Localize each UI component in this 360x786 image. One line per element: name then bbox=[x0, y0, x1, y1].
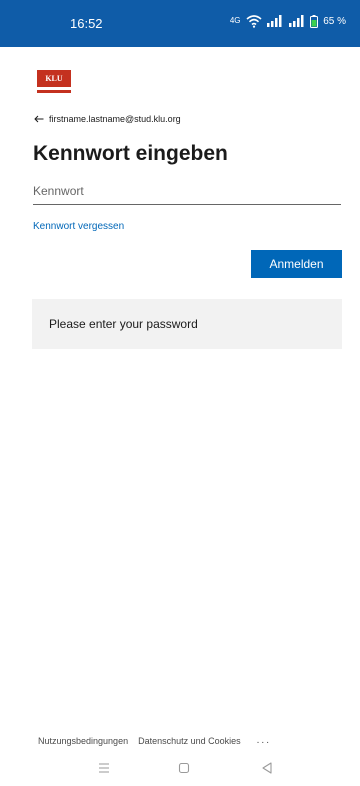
status-icons: 4G 65 % bbox=[228, 14, 346, 28]
password-input[interactable] bbox=[33, 178, 341, 205]
klu-logo: KLU bbox=[37, 70, 71, 95]
logo-underline bbox=[37, 90, 71, 93]
android-nav-bar bbox=[0, 755, 360, 786]
nav-back-icon[interactable] bbox=[260, 761, 274, 775]
terms-link[interactable]: Nutzungsbedingungen bbox=[38, 736, 128, 746]
footer: Nutzungsbedingungen Datenschutz und Cook… bbox=[38, 735, 271, 746]
battery-percentage: 65 % bbox=[323, 15, 346, 27]
status-bar: 16:52 4G 65 % bbox=[0, 0, 360, 47]
sign-in-button[interactable]: Anmelden bbox=[251, 250, 342, 278]
logo-text: KLU bbox=[45, 74, 63, 83]
back-arrow-icon[interactable] bbox=[34, 115, 44, 123]
more-options-button[interactable]: ... bbox=[257, 735, 271, 746]
signal-icon bbox=[267, 15, 282, 27]
info-message-text: Please enter your password bbox=[49, 317, 198, 331]
identity-email: firstname.lastname@stud.klu.org bbox=[49, 114, 181, 124]
nav-menu-icon[interactable] bbox=[97, 761, 111, 775]
forgot-password-link[interactable]: Kennwort vergessen bbox=[33, 221, 124, 232]
status-time: 16:52 bbox=[70, 16, 103, 31]
wifi-icon bbox=[246, 15, 262, 28]
identity-banner[interactable]: firstname.lastname@stud.klu.org bbox=[34, 114, 181, 124]
battery-icon bbox=[310, 14, 319, 28]
page-title: Kennwort eingeben bbox=[33, 142, 228, 165]
info-message-box: Please enter your password bbox=[32, 299, 342, 349]
nav-home-icon[interactable] bbox=[177, 761, 191, 775]
signal-icon-2 bbox=[289, 15, 304, 27]
network-type-indicator: 4G bbox=[229, 16, 241, 25]
privacy-link[interactable]: Datenschutz und Cookies bbox=[138, 736, 241, 746]
